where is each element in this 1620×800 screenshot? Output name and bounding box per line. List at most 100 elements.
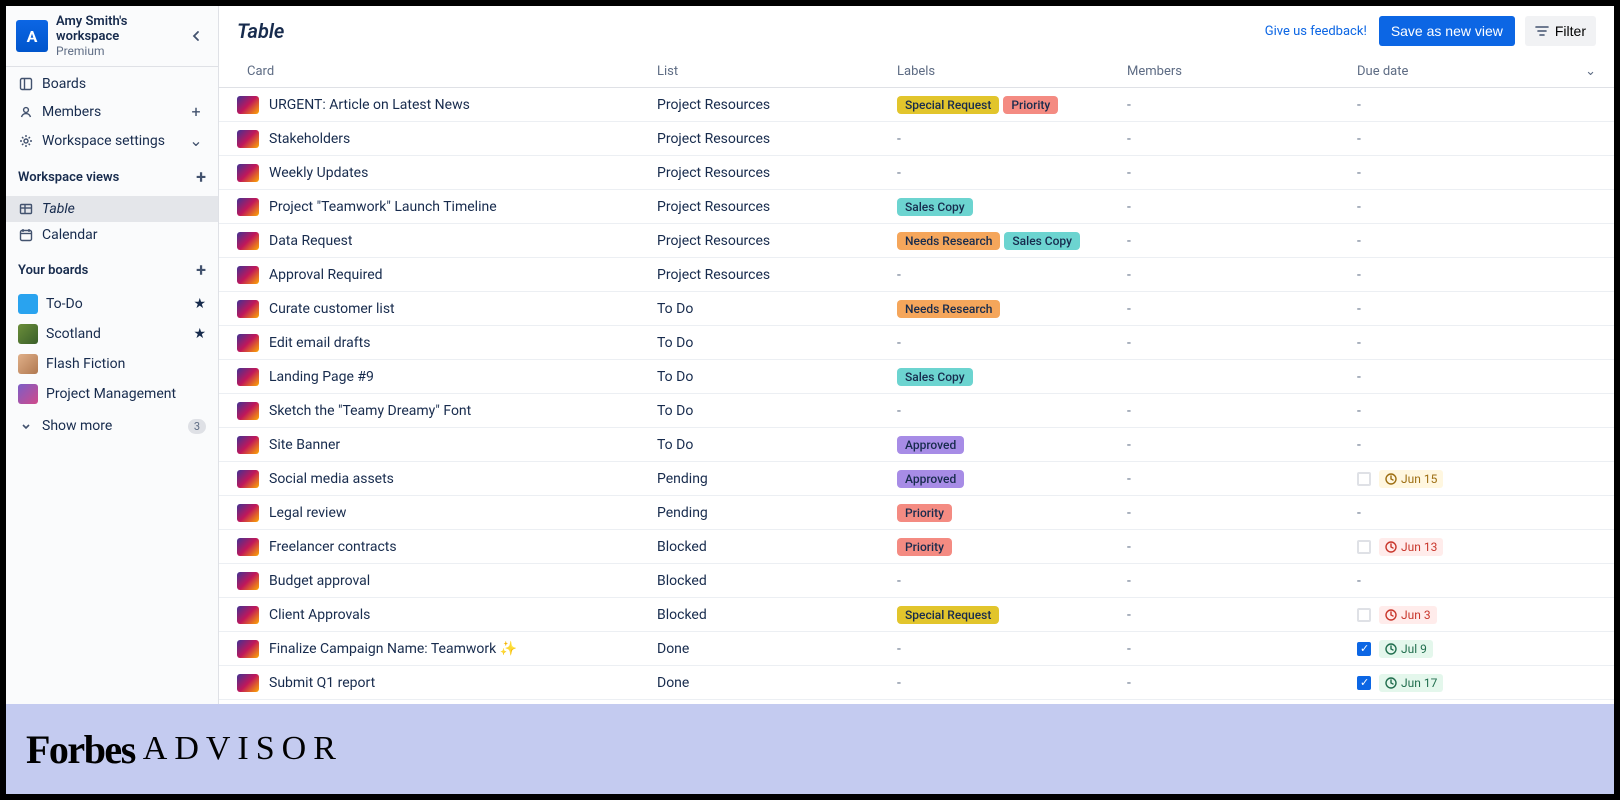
list-name[interactable]: Project Resources — [657, 165, 897, 181]
star-icon[interactable]: ★ — [193, 296, 206, 312]
list-name[interactable]: Project Resources — [657, 267, 897, 283]
add-board-button[interactable]: + — [196, 260, 206, 281]
list-name[interactable]: Project Resources — [657, 199, 897, 215]
card-board-swatch — [237, 130, 259, 148]
save-as-new-view-button[interactable]: Save as new view — [1379, 16, 1515, 46]
table-row[interactable]: Submit Q1 report Done - - Jun 17 — [219, 666, 1614, 700]
workspace-name: Amy Smith's workspace — [56, 14, 184, 44]
table-row[interactable]: Weekly Updates Project Resources - - - — [219, 156, 1614, 190]
label-chip[interactable]: Needs Research — [897, 232, 1000, 250]
label-chip[interactable]: Sales Copy — [897, 198, 973, 216]
table-row[interactable]: Site Banner To Do Approved - - — [219, 428, 1614, 462]
add-view-button[interactable]: + — [196, 167, 206, 188]
table-row[interactable]: URGENT: Article on Latest News Project R… — [219, 88, 1614, 122]
list-name[interactable]: To Do — [657, 403, 897, 419]
table-row[interactable]: Budget approval Blocked - - - — [219, 564, 1614, 598]
label-chip[interactable]: Needs Research — [897, 300, 1000, 318]
feedback-link[interactable]: Give us feedback! — [1265, 24, 1367, 39]
card-title: URGENT: Article on Latest News — [269, 97, 470, 113]
label-chip[interactable]: Approved — [897, 436, 964, 454]
card-board-swatch — [237, 504, 259, 522]
due-cell: Jun 15 — [1357, 470, 1596, 488]
sidebar-view-table[interactable]: Table — [6, 196, 218, 222]
col-header-list[interactable]: List — [657, 64, 897, 79]
list-name[interactable]: Blocked — [657, 573, 897, 589]
star-icon[interactable]: ★ — [193, 326, 206, 342]
due-cell: Jun 13 — [1357, 538, 1596, 556]
sidebar-nav-workspace-settings[interactable]: Workspace settings⌄ — [6, 126, 218, 155]
due-cell: - — [1357, 131, 1596, 147]
due-date-chip[interactable]: Jun 13 — [1379, 538, 1443, 556]
show-more-boards[interactable]: Show more 3 — [6, 413, 218, 439]
table-row[interactable]: Landing Page #9 To Do Sales Copy - — [219, 360, 1614, 394]
due-checkbox[interactable] — [1357, 676, 1371, 690]
due-date-chip[interactable]: Jun 3 — [1379, 606, 1437, 624]
labels-cell: - — [897, 131, 1127, 147]
workspace-header[interactable]: A Amy Smith's workspace Premium — [6, 6, 218, 67]
members-cell: - — [1127, 539, 1357, 555]
table-row[interactable]: Stakeholders Project Resources - - - — [219, 122, 1614, 156]
list-name[interactable]: Pending — [657, 505, 897, 521]
list-name[interactable]: Project Resources — [657, 131, 897, 147]
list-name[interactable]: Done — [657, 675, 897, 691]
list-name[interactable]: Project Resources — [657, 97, 897, 113]
label-chip[interactable]: Priority — [1003, 96, 1058, 114]
list-name[interactable]: Pending — [657, 471, 897, 487]
plus-icon[interactable]: + — [186, 102, 206, 121]
card-title: Landing Page #9 — [269, 369, 374, 385]
sidebar-nav-boards[interactable]: Boards — [6, 71, 218, 97]
sidebar-view-calendar[interactable]: Calendar — [6, 222, 218, 248]
table-row[interactable]: Legal review Pending Priority - - — [219, 496, 1614, 530]
label-chip[interactable]: Sales Copy — [1004, 232, 1080, 250]
due-date-chip[interactable]: Jun 15 — [1379, 470, 1443, 488]
list-name[interactable]: To Do — [657, 437, 897, 453]
labels-cell: - — [897, 267, 1127, 283]
sidebar-collapse-button[interactable] — [184, 24, 208, 48]
col-header-due[interactable]: Due date ⌄ — [1357, 64, 1596, 79]
labels-cell: - — [897, 335, 1127, 351]
label-chip[interactable]: Approved — [897, 470, 964, 488]
sidebar-board-item[interactable]: To-Do★ — [6, 289, 218, 319]
table-row[interactable]: Curate customer list To Do Needs Researc… — [219, 292, 1614, 326]
list-name[interactable]: Done — [657, 641, 897, 657]
list-name[interactable]: Project Resources — [657, 233, 897, 249]
sidebar-board-item[interactable]: Scotland★ — [6, 319, 218, 349]
list-name[interactable]: To Do — [657, 301, 897, 317]
due-checkbox[interactable] — [1357, 642, 1371, 656]
label-chip[interactable]: Special Request — [897, 606, 999, 624]
table-row[interactable]: Edit email drafts To Do - - - — [219, 326, 1614, 360]
table-row[interactable]: Freelancer contracts Blocked Priority - … — [219, 530, 1614, 564]
due-checkbox[interactable] — [1357, 472, 1371, 486]
labels-cell: Sales Copy — [897, 368, 1127, 386]
label-chip[interactable]: Special Request — [897, 96, 999, 114]
table-row[interactable]: Project "Teamwork" Launch Timeline Proje… — [219, 190, 1614, 224]
col-header-members[interactable]: Members — [1127, 64, 1357, 79]
due-checkbox[interactable] — [1357, 608, 1371, 622]
members-cell: - — [1127, 437, 1357, 453]
card-board-swatch — [237, 402, 259, 420]
due-cell: - — [1357, 233, 1596, 249]
due-checkbox[interactable] — [1357, 540, 1371, 554]
col-header-labels[interactable]: Labels — [897, 64, 1127, 79]
table-row[interactable]: Finalize Campaign Name: Teamwork ✨ Done … — [219, 632, 1614, 666]
list-name[interactable]: Blocked — [657, 607, 897, 623]
col-header-card[interactable]: Card — [237, 64, 657, 79]
list-name[interactable]: Blocked — [657, 539, 897, 555]
sidebar-board-item[interactable]: Flash Fiction — [6, 349, 218, 379]
label-chip[interactable]: Priority — [897, 538, 952, 556]
filter-button[interactable]: Filter — [1525, 16, 1596, 46]
table-row[interactable]: Social media assets Pending Approved - J… — [219, 462, 1614, 496]
list-name[interactable]: To Do — [657, 369, 897, 385]
label-chip[interactable]: Sales Copy — [897, 368, 973, 386]
list-name[interactable]: To Do — [657, 335, 897, 351]
sidebar-nav-members[interactable]: Members+ — [6, 97, 218, 126]
table-row[interactable]: Data Request Project Resources Needs Res… — [219, 224, 1614, 258]
due-date-chip[interactable]: Jul 9 — [1379, 640, 1433, 658]
label-chip[interactable]: Priority — [897, 504, 952, 522]
table-row[interactable]: Sketch the "Teamy Dreamy" Font To Do - -… — [219, 394, 1614, 428]
table-row[interactable]: Client Approvals Blocked Special Request… — [219, 598, 1614, 632]
sidebar-board-item[interactable]: Project Management — [6, 379, 218, 409]
due-date-chip[interactable]: Jun 17 — [1379, 674, 1443, 692]
table-row[interactable]: Approval Required Project Resources - - … — [219, 258, 1614, 292]
chevron-down-icon[interactable]: ⌄ — [186, 131, 206, 150]
